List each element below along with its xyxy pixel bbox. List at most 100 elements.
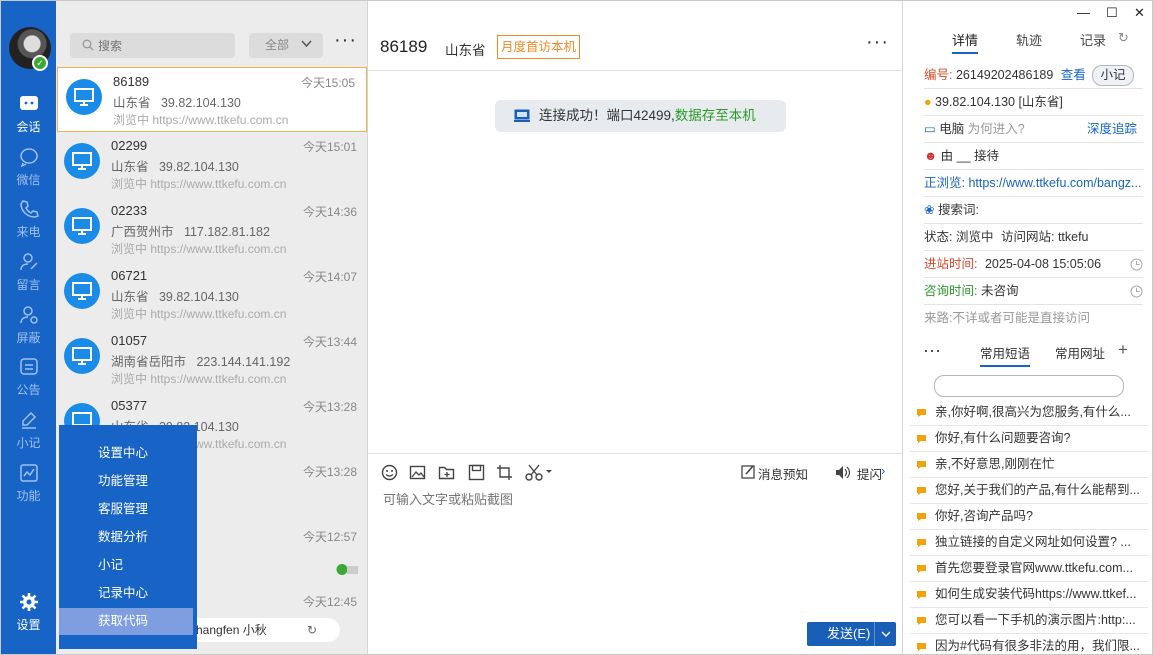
send-button[interactable]: 发送(E): [807, 622, 896, 646]
conversation-time: 今天12:57: [302, 530, 357, 544]
browsing-row: 正浏览: https://www.ttkefu.com/bangz...: [924, 170, 1143, 197]
tab-details[interactable]: 详情: [952, 30, 979, 54]
phrase-item[interactable]: 首先您要登录官网www.ttkefu.com...: [910, 556, 1148, 582]
chart-icon: [19, 464, 38, 482]
nav-item-chat[interactable]: 会话: [1, 94, 56, 144]
user-status-bar[interactable]: hangfen 小秋 ↻: [183, 618, 340, 642]
computer-icon: [64, 143, 100, 179]
nav-item-settings[interactable]: 设置: [1, 592, 56, 642]
menu-item-staff-manage[interactable]: 客服管理: [59, 496, 197, 523]
nav-item-message[interactable]: 留言: [1, 252, 56, 302]
menu-item-record-center[interactable]: 记录中心: [59, 580, 197, 607]
deep-track-link[interactable]: 深度追踪: [1087, 116, 1137, 142]
nav-item-block[interactable]: 屏蔽: [1, 305, 56, 355]
ip-location: 39.82.104.130 [山东省]: [935, 95, 1063, 109]
menu-item-get-code[interactable]: 获取代码: [59, 608, 193, 635]
ip-row: ● 39.82.104.130 [山东省]: [924, 89, 1143, 116]
nav-item-notice[interactable]: 公告: [1, 357, 56, 407]
conversation-item[interactable]: 02233 今天14:36 广西贺州市 117.182.81.182 浏览中 http…: [56, 197, 368, 262]
menu-item-settings-center[interactable]: 设置中心: [59, 440, 197, 467]
source-text: 来路:不详或者可能是直接访问: [924, 311, 1090, 325]
refresh-icon[interactable]: ↻: [307, 618, 317, 642]
add-icon[interactable]: +: [1118, 340, 1128, 360]
menu-item-note[interactable]: 小记: [59, 552, 197, 579]
conversation-url: 浏览中 https://www.ttkefu.com.cn: [111, 177, 287, 191]
phrase-item[interactable]: 你好,咨询产品吗?: [910, 504, 1148, 530]
clock-icon: [1130, 285, 1143, 298]
search-box[interactable]: [70, 33, 235, 58]
phrase-text: 亲,不好意思,刚刚在忙: [935, 457, 1055, 471]
conversation-url: 浏览中 https://www.ttkefu.com.cn: [113, 113, 289, 127]
chat-panel: 86189 山东省 月度首访本机 ··· 连接成功！端口42499,数据存至本机…: [368, 1, 902, 654]
minimize-icon[interactable]: —: [1077, 5, 1090, 20]
status-value: 浏览中: [955, 230, 994, 244]
conversation-item[interactable]: 02299 今天15:01 山东省 39.82.104.130 浏览中 https:/…: [56, 132, 368, 197]
conversation-ip: 223.144.141.192: [196, 355, 291, 369]
conversation-location: 湖南省岳阳市: [111, 355, 187, 369]
phrase-item[interactable]: 你好,有什么问题要咨询?: [910, 426, 1148, 452]
nav-item-wechat[interactable]: 微信: [1, 147, 56, 197]
chevron-right-icon[interactable]: ›: [881, 464, 885, 478]
system-message: 连接成功！端口42499,数据存至本机: [495, 100, 786, 132]
phrase-item[interactable]: 您好,关于我们的产品,有什么能帮到...: [910, 478, 1148, 504]
tab-records[interactable]: 记录: [1080, 30, 1106, 49]
view-link[interactable]: 查看: [1061, 68, 1086, 82]
message-input[interactable]: [383, 489, 883, 589]
send-options-dropdown[interactable]: [874, 622, 896, 646]
conversation-time: 今天14:07: [302, 270, 357, 284]
phrase-item[interactable]: 您可以看一下手机的演示图片:http:...: [910, 608, 1148, 634]
conversation-ip: 39.82.104.130: [158, 160, 239, 174]
tab-track[interactable]: 轨迹: [1016, 30, 1042, 49]
nav-item-note[interactable]: 小记: [1, 410, 56, 460]
scissors-icon[interactable]: [525, 464, 553, 481]
computer-icon: [64, 338, 100, 374]
conversation-id: 86189: [113, 74, 150, 89]
notice-preview-toggle[interactable]: 消息预知: [758, 464, 808, 483]
browsing-url[interactable]: https://www.ttkefu.com/bangz...: [968, 176, 1141, 190]
phrase-item[interactable]: 如何生成安装代码https://www.ttkef...: [910, 582, 1148, 608]
tab-common-urls[interactable]: 常用网址: [1055, 343, 1105, 362]
note-button[interactable]: 小记: [1092, 65, 1134, 86]
conversation-ip: 39.82.104.130: [158, 290, 239, 304]
phrase-item[interactable]: 亲,不好意思,刚刚在忙: [910, 452, 1148, 478]
chat-header: 86189 山东省 月度首访本机 ···: [368, 1, 902, 71]
save-icon[interactable]: [468, 464, 485, 481]
phrase-search-input[interactable]: [934, 375, 1124, 397]
tab-common-phrases[interactable]: 常用短语: [980, 343, 1031, 367]
refresh-icon[interactable]: ↻: [1118, 30, 1129, 46]
filter-dropdown[interactable]: 全部: [249, 33, 323, 58]
filter-label: 全部: [265, 38, 290, 52]
phrase-text: 如何生成安装代码https://www.ttkef...: [935, 587, 1137, 601]
folder-icon[interactable]: [438, 464, 455, 481]
conversation-item[interactable]: 01057 今天13:44 湖南省岳阳市 223.144.141.192 浏览中 ht…: [56, 327, 368, 392]
menu-item-data-analysis[interactable]: 数据分析: [59, 524, 197, 551]
more-icon[interactable]: ···: [866, 32, 889, 52]
screenshot-icon[interactable]: [496, 464, 513, 481]
phrase-text: 因为#代码有很多非法的用，我们限...: [935, 639, 1140, 653]
emoji-icon[interactable]: [381, 464, 398, 481]
image-icon[interactable]: [409, 464, 426, 481]
nav-label: 功能: [16, 489, 41, 503]
nav-item-phone[interactable]: 来电: [1, 199, 56, 249]
nav-item-function[interactable]: 功能: [1, 463, 56, 513]
phrase-text: 您可以看一下手机的演示图片:http:...: [935, 613, 1136, 627]
more-icon[interactable]: ···: [923, 341, 941, 359]
settings-menu: 设置中心 功能管理 客服管理 数据分析 小记 记录中心 获取代码: [59, 425, 197, 649]
close-icon[interactable]: ✕: [1134, 5, 1145, 21]
conversation-item[interactable]: 06721 今天14:07 山东省 39.82.104.130 浏览中 https:/…: [56, 262, 368, 327]
phrase-item[interactable]: 因为#代码有很多非法的用，我们限...: [910, 634, 1148, 654]
speech-bubble-icon: [917, 539, 926, 547]
maximize-icon[interactable]: ☐: [1106, 5, 1118, 21]
remind-button[interactable]: 提闪: [857, 464, 882, 483]
search-input[interactable]: [98, 33, 228, 58]
conversation-location: 山东省: [111, 290, 149, 304]
menu-item-function-manage[interactable]: 功能管理: [59, 468, 197, 495]
phrase-item[interactable]: 独立链接的自定义网址如何设置? ...: [910, 530, 1148, 556]
computer-icon: [64, 273, 100, 309]
nav-label: 屏蔽: [16, 331, 41, 345]
more-icon[interactable]: ···: [334, 30, 356, 53]
phrase-item[interactable]: 亲,你好啊,很高兴为您服务,有什么...: [910, 400, 1148, 426]
send-label: 发送(E): [827, 626, 871, 641]
conversation-location: 山东省: [113, 96, 151, 110]
conversation-item[interactable]: 86189 今天15:05 山东省 39.82.104.130 浏览中 https:/…: [57, 67, 367, 132]
